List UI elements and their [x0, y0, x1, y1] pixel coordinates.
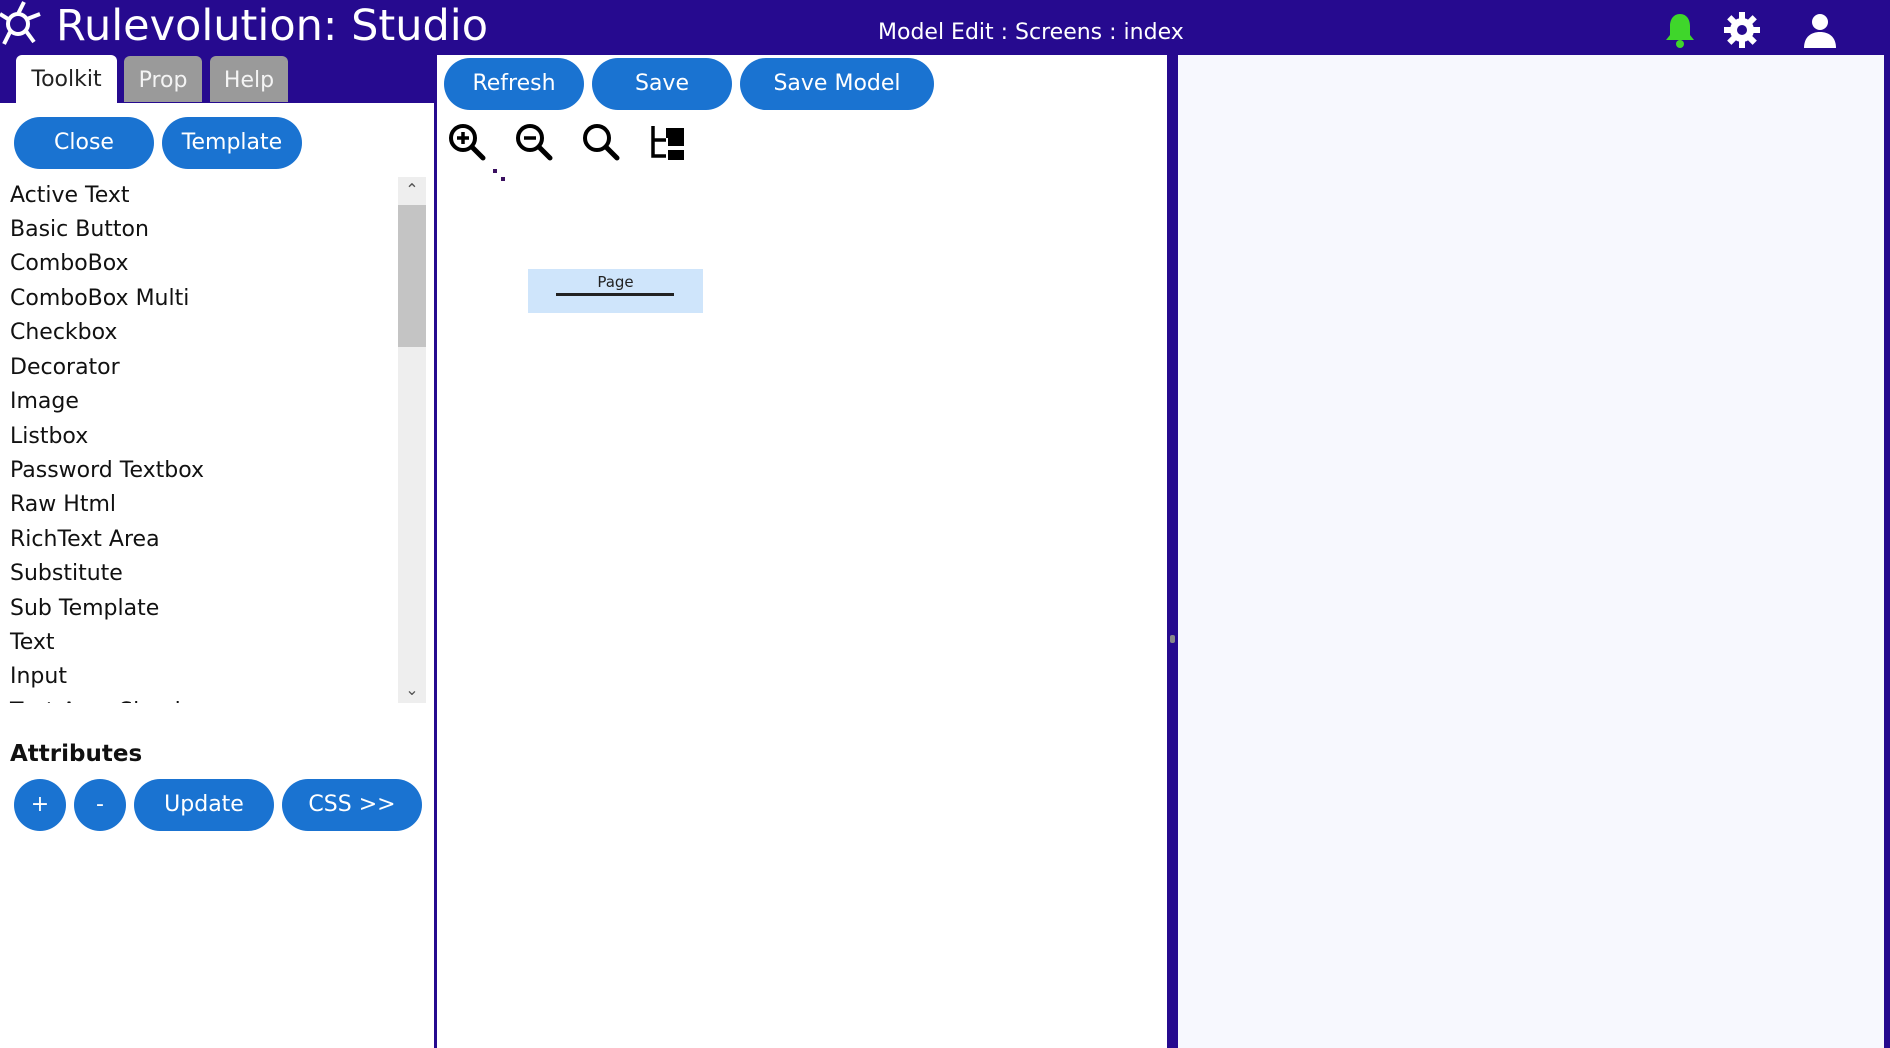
- toolkit-item[interactable]: Text: [10, 626, 55, 660]
- refresh-button[interactable]: Refresh: [444, 58, 584, 110]
- toolkit-item[interactable]: ComboBox Multi: [10, 282, 189, 316]
- splitter-handle[interactable]: [1170, 635, 1175, 643]
- page-node-underline: [556, 293, 674, 296]
- update-button[interactable]: Update: [134, 779, 274, 831]
- save-button[interactable]: Save: [592, 58, 732, 110]
- toolkit-item[interactable]: Input: [10, 660, 67, 694]
- save-model-button[interactable]: Save Model: [740, 58, 934, 110]
- user-icon[interactable]: [1800, 10, 1840, 50]
- toolkit-item[interactable]: Active Text: [10, 179, 130, 213]
- add-attribute-button[interactable]: +: [14, 779, 66, 831]
- canvas-marker: [501, 177, 505, 181]
- zoom-in-icon[interactable]: [447, 122, 487, 162]
- tab-bar: Toolkit Prop Help: [0, 55, 437, 103]
- app-header: Rulevolution: Studio Model Edit : Screen…: [0, 0, 1890, 55]
- scroll-up-icon[interactable]: ⌃: [398, 177, 426, 203]
- toolkit-item[interactable]: ComboBox: [10, 247, 129, 281]
- zoom-out-icon[interactable]: [514, 122, 554, 162]
- toolkit-item[interactable]: Image: [10, 385, 79, 419]
- logo-icon: [0, 1, 41, 45]
- tree-layout-icon[interactable]: [648, 122, 688, 162]
- left-panel: Toolkit Prop Help Close Template Active …: [0, 55, 437, 1048]
- page-node[interactable]: Page: [528, 269, 703, 313]
- page-node-label: Page: [597, 273, 634, 291]
- toolkit-item[interactable]: Substitute: [10, 557, 123, 591]
- panel-splitter[interactable]: [1167, 55, 1178, 1048]
- template-button[interactable]: Template: [162, 117, 302, 169]
- tab-help[interactable]: Help: [210, 56, 288, 102]
- toolkit-item[interactable]: Listbox: [10, 420, 88, 454]
- screen-title: Model Edit : Screens : index: [878, 20, 1184, 45]
- bell-icon[interactable]: [1660, 10, 1700, 50]
- toolkit-item[interactable]: Raw Html: [10, 488, 116, 522]
- tab-toolkit[interactable]: Toolkit: [16, 55, 117, 103]
- preview-panel: [1178, 55, 1884, 1048]
- attributes-title: Attributes: [10, 741, 143, 767]
- zoom-reset-icon[interactable]: [581, 122, 621, 162]
- toolkit-list: Active Text Basic Button ComboBox ComboB…: [0, 177, 427, 703]
- scroll-thumb[interactable]: [398, 205, 426, 347]
- close-button[interactable]: Close: [14, 117, 154, 169]
- toolkit-item[interactable]: Basic Button: [10, 213, 149, 247]
- gear-icon[interactable]: [1722, 10, 1762, 50]
- toolkit-scrollbar[interactable]: ⌃ ⌄: [398, 177, 426, 703]
- toolkit-item[interactable]: Decorator: [10, 351, 120, 385]
- editor-panel: Refresh Save Save Model Page: [437, 55, 1167, 1048]
- tab-prop[interactable]: Prop: [124, 56, 202, 102]
- right-edge-bar: [1884, 55, 1890, 1048]
- toolkit-item[interactable]: Checkbox: [10, 316, 117, 350]
- remove-attribute-button[interactable]: -: [74, 779, 126, 831]
- app-title: Rulevolution: Studio: [56, 1, 489, 51]
- toolkit-item[interactable]: Text Area Simple: [10, 695, 194, 703]
- scroll-down-icon[interactable]: ⌄: [398, 677, 426, 703]
- toolkit-item[interactable]: Password Textbox: [10, 454, 204, 488]
- css-button[interactable]: CSS >>: [282, 779, 422, 831]
- toolkit-item[interactable]: Sub Template: [10, 592, 159, 626]
- toolkit-item[interactable]: RichText Area: [10, 523, 160, 557]
- canvas-marker: [493, 169, 497, 173]
